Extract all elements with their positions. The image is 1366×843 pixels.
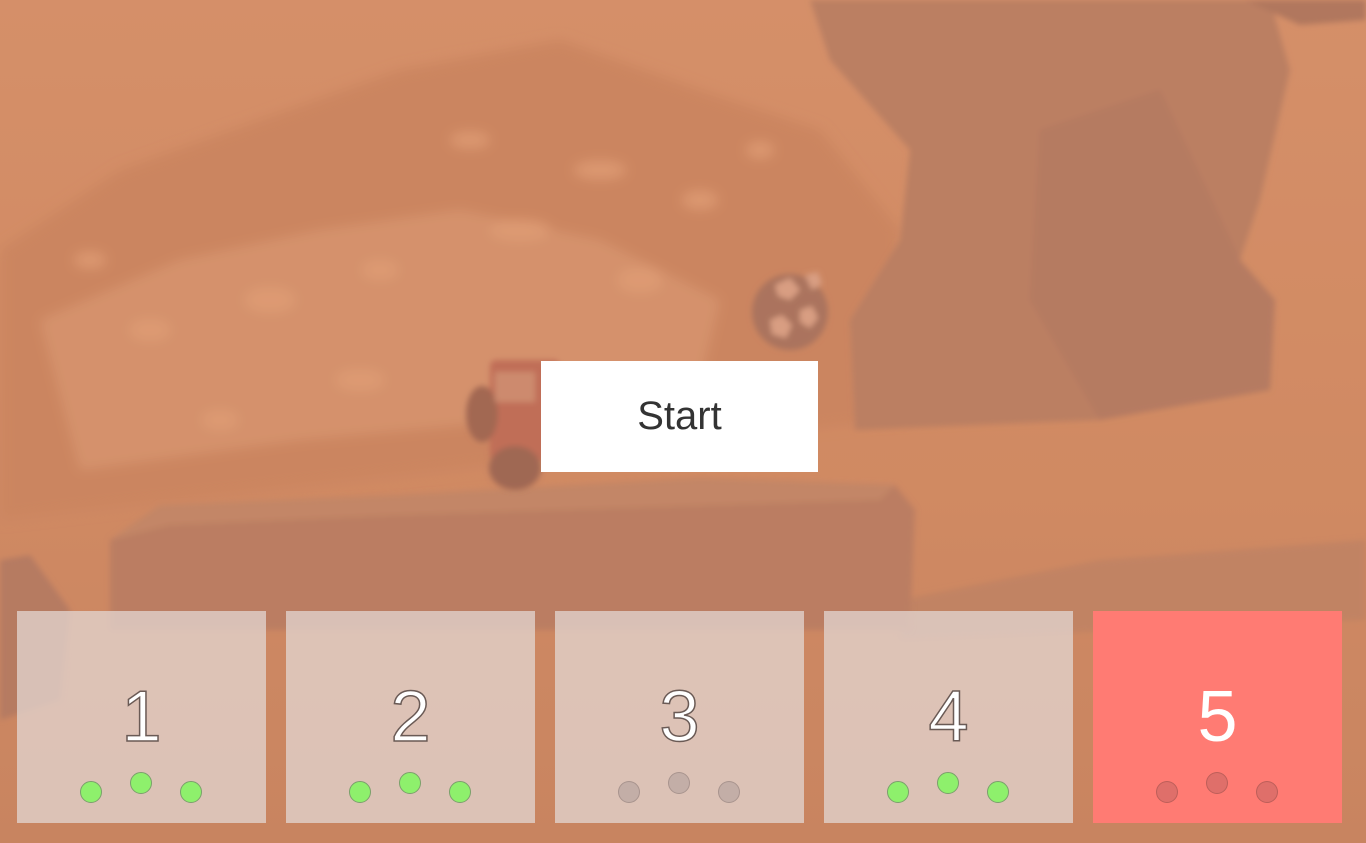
star-dot-2 (668, 772, 690, 794)
star-dot-3 (987, 781, 1009, 803)
star-dot-1 (1156, 781, 1178, 803)
star-dot-1 (618, 781, 640, 803)
game-screen: Start 1 2 3 4 5 (0, 0, 1366, 843)
star-dot-2 (399, 772, 421, 794)
level-select-bar: 1 2 3 4 5 (0, 611, 1366, 823)
star-dot-1 (887, 781, 909, 803)
level-number: 3 (659, 676, 701, 758)
star-dot-2 (130, 772, 152, 794)
level-card-3[interactable]: 3 (555, 611, 804, 823)
star-dot-1 (349, 781, 371, 803)
level-number: 4 (928, 676, 970, 758)
star-dot-3 (449, 781, 471, 803)
level-card-5[interactable]: 5 (1093, 611, 1342, 823)
star-dot-1 (80, 781, 102, 803)
level-card-1[interactable]: 1 (17, 611, 266, 823)
level-card-4[interactable]: 4 (824, 611, 1073, 823)
star-dot-3 (718, 781, 740, 803)
star-dot-3 (180, 781, 202, 803)
level-number: 1 (121, 676, 163, 758)
start-button[interactable]: Start (541, 361, 818, 472)
star-dot-2 (937, 772, 959, 794)
star-dot-2 (1206, 772, 1228, 794)
level-number: 5 (1197, 677, 1238, 757)
level-number: 2 (390, 676, 432, 758)
level-card-2[interactable]: 2 (286, 611, 535, 823)
star-dot-3 (1256, 781, 1278, 803)
